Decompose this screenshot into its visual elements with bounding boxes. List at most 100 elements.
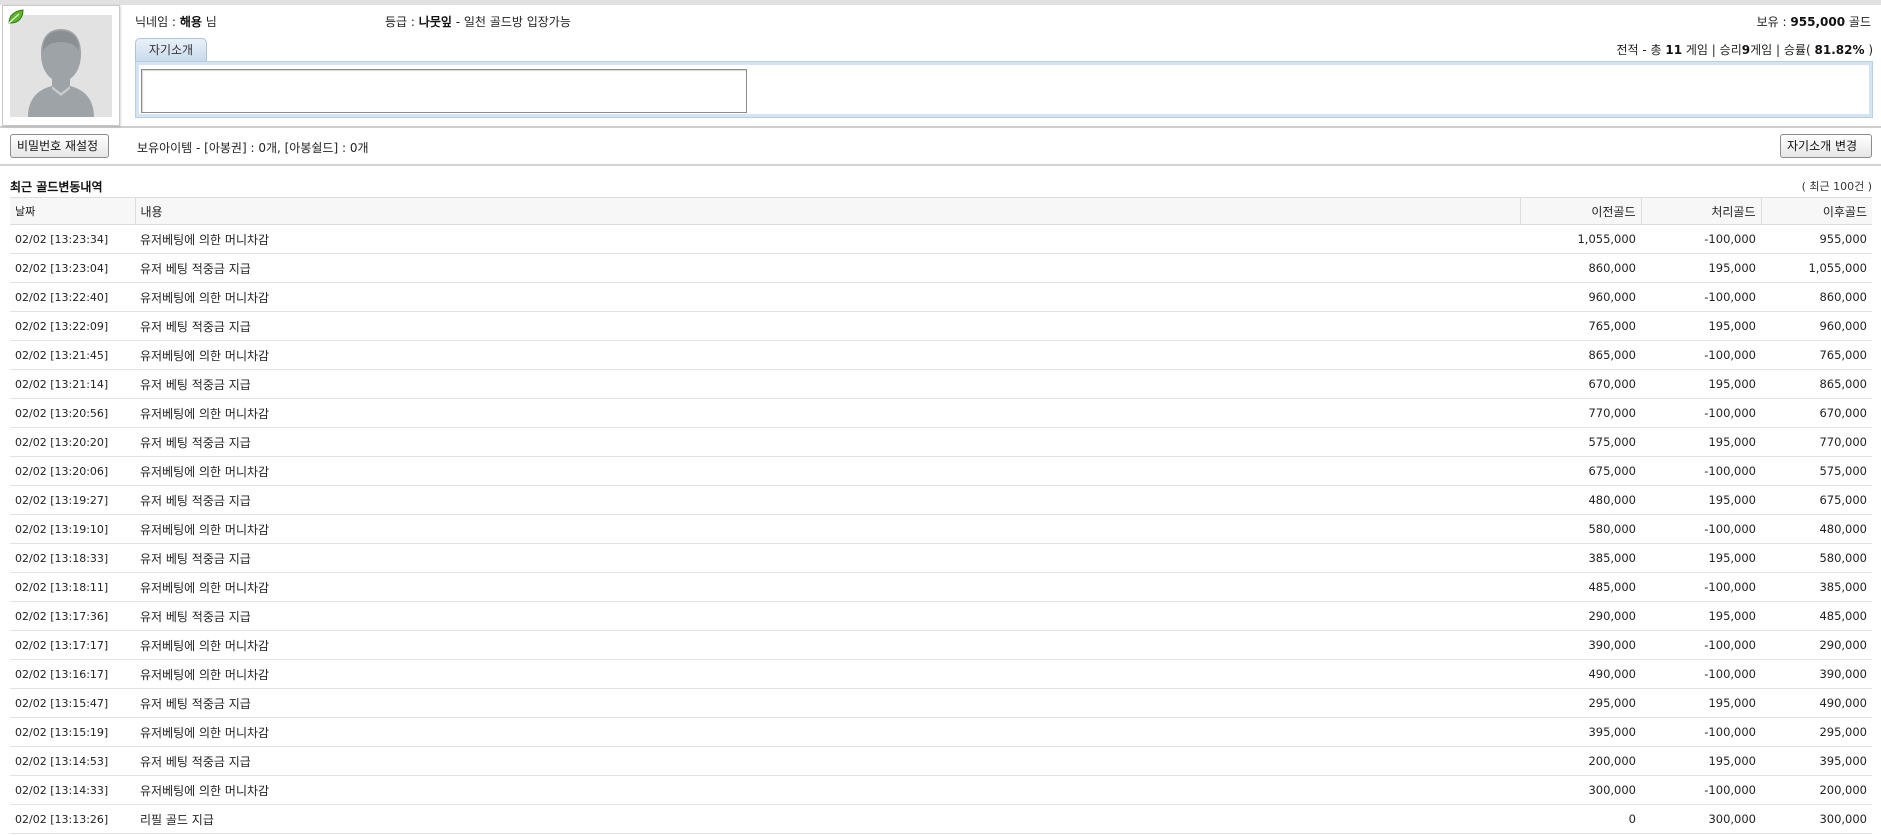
cell-date: 02/02 [13:14:53] (10, 746, 135, 776)
cell-change: 195,000 (1641, 427, 1761, 457)
cell-before: 575,000 (1520, 427, 1641, 457)
cell-content: 유저베팅에 의한 머니차감 (135, 514, 1520, 544)
cell-date: 02/02 [13:23:34] (10, 224, 135, 254)
cell-change: -100,000 (1641, 398, 1761, 428)
cell-date: 02/02 [13:17:17] (10, 630, 135, 660)
cell-content: 유저 베팅 적중금 지급 (135, 253, 1520, 283)
hold-amount: 955,000 (1790, 15, 1846, 29)
cell-after: 960,000 (1761, 311, 1872, 341)
cell-after: 300,000 (1761, 804, 1872, 834)
cell-before: 385,000 (1520, 543, 1641, 573)
column-header-after: 이후골드 (1760, 197, 1872, 225)
cell-after: 290,000 (1761, 630, 1872, 660)
intro-textarea[interactable] (141, 69, 747, 113)
table-row: 02/02 [13:20:56] 유저베팅에 의한 머니차감 770,000 -100… (10, 398, 1872, 428)
cell-content: 유저베팅에 의한 머니차감 (135, 224, 1520, 254)
table-row: 02/02 [13:20:06] 유저베팅에 의한 머니차감 675,000 -100… (10, 456, 1872, 486)
cell-change: 195,000 (1641, 485, 1761, 515)
cell-date: 02/02 [13:20:20] (10, 427, 135, 457)
cell-change: -100,000 (1641, 659, 1761, 689)
cell-content: 유저 베팅 적중금 지급 (135, 746, 1520, 776)
avatar-frame (2, 5, 120, 126)
cell-before: 675,000 (1520, 456, 1641, 486)
grade-label: 등급 : (385, 15, 415, 29)
cell-change: -100,000 (1641, 282, 1761, 312)
cell-before: 865,000 (1520, 340, 1641, 370)
cell-after: 575,000 (1761, 456, 1872, 486)
cell-content: 유저 베팅 적중금 지급 (135, 485, 1520, 515)
record-wins-label: 승리 (1719, 43, 1742, 57)
record-rate: 81.82% (1814, 43, 1865, 57)
grade-line: 등급 : 나뭇잎 - 일천 골드방 입장가능 (385, 13, 571, 30)
table-row: 02/02 [13:22:40] 유저베팅에 의한 머니차감 960,000 -100… (10, 282, 1872, 312)
cell-after: 295,000 (1761, 717, 1872, 747)
leaf-icon (8, 9, 24, 24)
cell-before: 300,000 (1520, 775, 1641, 805)
cell-after: 480,000 (1761, 514, 1872, 544)
cell-after: 675,000 (1761, 485, 1872, 515)
table-row: 02/02 [13:14:33] 유저베팅에 의한 머니차감 300,000 -100… (10, 775, 1872, 805)
cell-after: 860,000 (1761, 282, 1872, 312)
cell-change: -100,000 (1641, 340, 1761, 370)
table-row: 02/02 [13:23:34] 유저베팅에 의한 머니차감 1,055,000 -1… (10, 224, 1872, 254)
cell-before: 0 (1520, 804, 1641, 834)
cell-content: 유저베팅에 의한 머니차감 (135, 775, 1520, 805)
cell-before: 200,000 (1520, 746, 1641, 776)
hold-unit: 골드 (1848, 15, 1871, 29)
cell-after: 955,000 (1761, 224, 1872, 254)
gold-history-table: 날짜 내용 이전골드 처리골드 이후골드 02/02 [13:23:34] 유저베… (10, 197, 1872, 834)
tab-intro[interactable]: 자기소개 (135, 38, 207, 61)
cell-before: 390,000 (1520, 630, 1641, 660)
nickname-suffix: 님 (205, 15, 217, 29)
reset-password-button[interactable]: 비밀번호 재설정 (10, 134, 109, 158)
cell-date: 02/02 [13:20:56] (10, 398, 135, 428)
cell-date: 02/02 [13:17:36] (10, 601, 135, 631)
cell-change: 195,000 (1641, 311, 1761, 341)
nickname-label: 닉네임 : (135, 15, 176, 29)
avatar (10, 15, 112, 117)
profile-info: 닉네임 : 해용 님 등급 : 나뭇잎 - 일천 골드방 입장가능 보유 : 9… (130, 5, 1881, 124)
cell-content: 유저 베팅 적중금 지급 (135, 311, 1520, 341)
cell-after: 1,055,000 (1761, 253, 1872, 283)
cell-content: 유저베팅에 의한 머니차감 (135, 659, 1520, 689)
table-row: 02/02 [13:19:27] 유저 베팅 적중금 지급 480,000 195,0… (10, 485, 1872, 515)
cell-change: 195,000 (1641, 601, 1761, 631)
cell-before: 580,000 (1520, 514, 1641, 544)
cell-content: 리필 골드 지급 (135, 804, 1520, 834)
record-prefix: 전적 - 총 (1616, 43, 1662, 57)
table-row: 02/02 [13:23:04] 유저 베팅 적중금 지급 860,000 195,0… (10, 253, 1872, 283)
grade-desc: - 일천 골드방 입장가능 (455, 15, 571, 29)
cell-before: 290,000 (1520, 601, 1641, 631)
cell-after: 385,000 (1761, 572, 1872, 602)
cell-before: 295,000 (1520, 688, 1641, 718)
cell-change: 195,000 (1641, 746, 1761, 776)
cell-before: 485,000 (1520, 572, 1641, 602)
cell-date: 02/02 [13:22:09] (10, 311, 135, 341)
cell-content: 유저 베팅 적중금 지급 (135, 543, 1520, 573)
change-intro-button[interactable]: 자기소개 변경 (1780, 134, 1872, 158)
cell-date: 02/02 [13:15:19] (10, 717, 135, 747)
cell-content: 유저베팅에 의한 머니차감 (135, 456, 1520, 486)
cell-after: 865,000 (1761, 369, 1872, 399)
cell-after: 390,000 (1761, 659, 1872, 689)
cell-after: 765,000 (1761, 340, 1872, 370)
table-row: 02/02 [13:21:14] 유저 베팅 적중금 지급 670,000 195,0… (10, 369, 1872, 399)
cell-change: 300,000 (1641, 804, 1761, 834)
table-row: 02/02 [13:18:11] 유저베팅에 의한 머니차감 485,000 -100… (10, 572, 1872, 602)
cell-content: 유저 베팅 적중금 지급 (135, 427, 1520, 457)
nickname-line: 닉네임 : 해용 님 (135, 13, 217, 30)
cell-before: 765,000 (1520, 311, 1641, 341)
table-header-row: 날짜 내용 이전골드 처리골드 이후골드 (10, 197, 1872, 225)
cell-after: 490,000 (1761, 688, 1872, 718)
cell-after: 200,000 (1761, 775, 1872, 805)
cell-before: 960,000 (1520, 282, 1641, 312)
history-title: 최근 골드변동내역 (10, 180, 103, 194)
cell-date: 02/02 [13:19:10] (10, 514, 135, 544)
table-row: 02/02 [13:13:26] 리필 골드 지급 0 300,000 300,000 (10, 804, 1872, 834)
cell-change: 195,000 (1641, 369, 1761, 399)
record-rate-label: 승률( (1783, 43, 1811, 57)
record-wins-unit: 게임 | (1750, 43, 1781, 57)
cell-change: -100,000 (1641, 572, 1761, 602)
cell-change: -100,000 (1641, 456, 1761, 486)
cell-content: 유저베팅에 의한 머니차감 (135, 630, 1520, 660)
